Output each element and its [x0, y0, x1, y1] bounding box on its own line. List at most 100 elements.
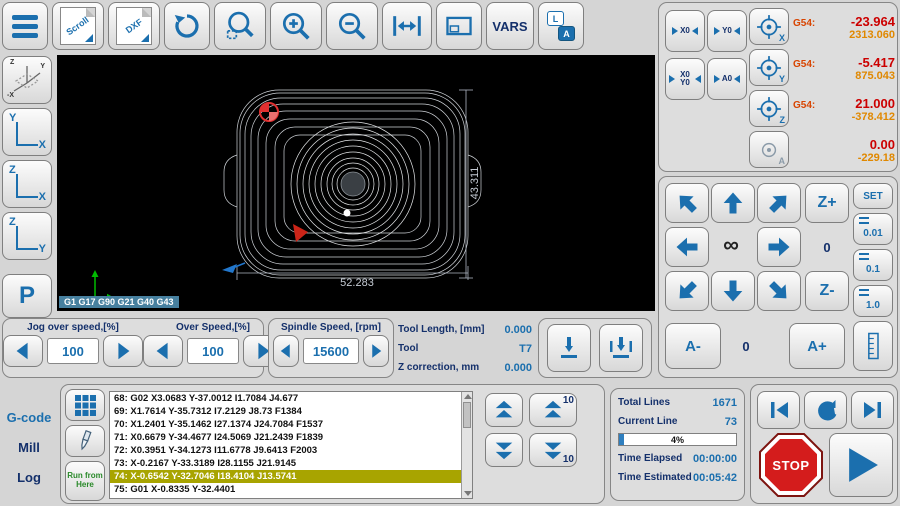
tool-length-label: Tool Length, [mm] [398, 324, 484, 335]
left-triangle-icon [152, 340, 174, 362]
dimension-width-label: 52.283 [307, 277, 407, 289]
grid-view-button[interactable] [65, 389, 105, 421]
jog-step-10-button[interactable]: 1.0 [853, 285, 893, 317]
jog-set-button[interactable]: SET [853, 183, 893, 209]
gcode-line[interactable]: 72: X0.3951 Y-34.1273 I11.6778 J9.6413 F… [110, 444, 472, 457]
gcode-line[interactable]: 71: X0.6679 Y-34.4677 I24.5069 J21.2439 … [110, 431, 472, 444]
scroll-up-10-button[interactable]: 10 [529, 393, 577, 427]
view-3d-button[interactable]: Z Y -X [2, 56, 52, 104]
tool-change-measure-button[interactable] [599, 324, 643, 372]
jog-down-right-button[interactable] [757, 271, 801, 311]
jog-step-001-button[interactable]: 0.01 [853, 213, 893, 245]
plane-h-label: X [39, 139, 46, 151]
wcs-label: G54: [793, 59, 815, 70]
load-program-button[interactable]: Scroll [52, 2, 104, 50]
axis-target-z-button[interactable]: Z [749, 90, 789, 127]
rotate-view-button[interactable] [164, 2, 210, 50]
jog-continuous-mode[interactable]: ∞ [709, 225, 753, 265]
machine-coordinate: -229.18 [793, 152, 895, 164]
rewind-line-button[interactable] [804, 391, 847, 429]
gcode-scrollbar-thumb[interactable] [463, 402, 471, 428]
tool-list-button[interactable] [65, 425, 105, 457]
zero-xy-button[interactable]: X0 Y0 [665, 58, 705, 100]
keyboard-button[interactable]: L A [538, 2, 584, 50]
vars-button[interactable]: VARS [486, 2, 534, 50]
scroll-down-button[interactable] [485, 433, 523, 467]
jog-speed-decrease-button[interactable] [3, 335, 43, 367]
scrollbar-down-icon[interactable] [464, 491, 472, 496]
jog-a-plus-button[interactable]: A+ [789, 323, 845, 369]
scroll-up-button[interactable] [485, 393, 523, 427]
gcode-line[interactable]: 68: G02 X3.0683 Y-37.0012 I1.7084 J4.677 [110, 392, 472, 405]
coord-row-y: Y G54: -5.417 875.043 [749, 49, 895, 87]
go-to-start-button[interactable] [757, 391, 800, 429]
scroll-down-10-button[interactable]: 10 [529, 433, 577, 467]
zero-a-button[interactable]: A0 [707, 58, 747, 100]
jog-scale-button[interactable] [853, 321, 893, 371]
p-button[interactable]: P [2, 274, 52, 318]
axis-target-x-button[interactable]: X [749, 8, 789, 45]
fullscreen-button[interactable] [436, 2, 482, 50]
jog-z-minus-button[interactable]: Z- [805, 271, 849, 311]
spindle-speed-decrease-button[interactable] [273, 335, 299, 367]
jog-right-button[interactable] [757, 227, 801, 267]
zero-y-button[interactable]: Y0 [707, 10, 747, 52]
gcode-scrollbar[interactable] [461, 392, 472, 498]
tool-length-measure-button[interactable] [547, 324, 591, 372]
key-l-icon: L [547, 11, 564, 26]
set-label: SET [863, 191, 882, 202]
view-plane-zx-button[interactable]: Z X [2, 160, 52, 208]
jog-speed-value[interactable]: 100 [47, 338, 99, 364]
jog-down-left-button[interactable] [665, 271, 709, 311]
step-forward-button[interactable] [851, 391, 894, 429]
work-coordinate: -5.417 [858, 55, 895, 70]
zero-x-button[interactable]: X0 [665, 10, 705, 52]
jog-up-left-button[interactable] [665, 183, 709, 223]
jog-z-plus-button[interactable]: Z+ [805, 183, 849, 223]
axis-target-y-button[interactable]: Y [749, 49, 789, 86]
menu-button[interactable] [2, 2, 48, 50]
tab-gcode[interactable]: G-code [0, 410, 58, 425]
axis-target-a-button[interactable]: A [749, 131, 789, 168]
jog-down-button[interactable] [711, 271, 755, 311]
view-plane-zy-button[interactable]: Z Y [2, 212, 52, 260]
arrow-right-icon [765, 233, 793, 261]
stop-button[interactable]: STOP [759, 433, 823, 497]
view-plane-yx-button[interactable]: Y X [2, 108, 52, 156]
over-speed-value[interactable]: 100 [187, 338, 239, 364]
scrollbar-up-icon[interactable] [464, 394, 472, 399]
gcode-line[interactable]: 74: X-0.6542 Y-32.7046 I18.4104 J13.5741 [110, 470, 472, 483]
gcode-line[interactable]: 75: G01 X-0.8335 Y-32.4401 [110, 483, 472, 496]
zoom-in-button[interactable] [270, 2, 322, 50]
fit-width-button[interactable] [382, 2, 432, 50]
zoom-window-button[interactable] [214, 2, 266, 50]
jog-up-right-button[interactable] [757, 183, 801, 223]
gcode-line[interactable]: 69: X1.7614 Y-35.7312 I7.2129 J8.73 F138… [110, 405, 472, 418]
tab-log[interactable]: Log [0, 470, 58, 485]
jog-step-display: 0 [805, 227, 849, 267]
jog-over-speed-panel: Jog over speed,[%] 100 Over Speed,[%] 10… [2, 318, 264, 378]
run-from-here-button[interactable]: Run from Here [65, 461, 105, 501]
arrow-up-right-icon [759, 183, 799, 223]
over-speed-decrease-button[interactable] [143, 335, 183, 367]
import-dxf-button[interactable]: DXF [108, 2, 160, 50]
jog-a-minus-button[interactable]: A- [665, 323, 721, 369]
arrow-up-left-icon [667, 183, 707, 223]
zoom-out-button[interactable] [326, 2, 378, 50]
toolpath-viewport[interactable]: 52.283 43.311 G1 G17 G90 G21 G40 G43 [57, 55, 655, 311]
gcode-line[interactable]: 70: X1.2401 Y-35.1462 I27.1374 J24.7084 … [110, 418, 472, 431]
jog-up-button[interactable] [711, 183, 755, 223]
gcode-list[interactable]: 68: G02 X3.0683 Y-37.0012 I1.7084 J4.677… [109, 391, 473, 499]
over-speed-group: Over Speed,[%] 100 [143, 319, 283, 377]
start-button[interactable] [829, 433, 893, 497]
gcode-line[interactable]: 73: X-0.2167 Y-33.3189 I28.1155 J21.9145 [110, 457, 472, 470]
jog-left-button[interactable] [665, 227, 709, 267]
jog-step-01-button[interactable]: 0.1 [853, 249, 893, 281]
progress-percent: 4% [619, 434, 736, 446]
jog-speed-increase-button[interactable] [103, 335, 143, 367]
machine-coordinate: 2313.060 [793, 29, 895, 41]
spindle-speed-increase-button[interactable] [363, 335, 389, 367]
spindle-speed-value[interactable]: 15600 [303, 338, 359, 364]
tab-mill[interactable]: Mill [0, 440, 58, 455]
axis3d-x-label: -X [7, 92, 14, 99]
